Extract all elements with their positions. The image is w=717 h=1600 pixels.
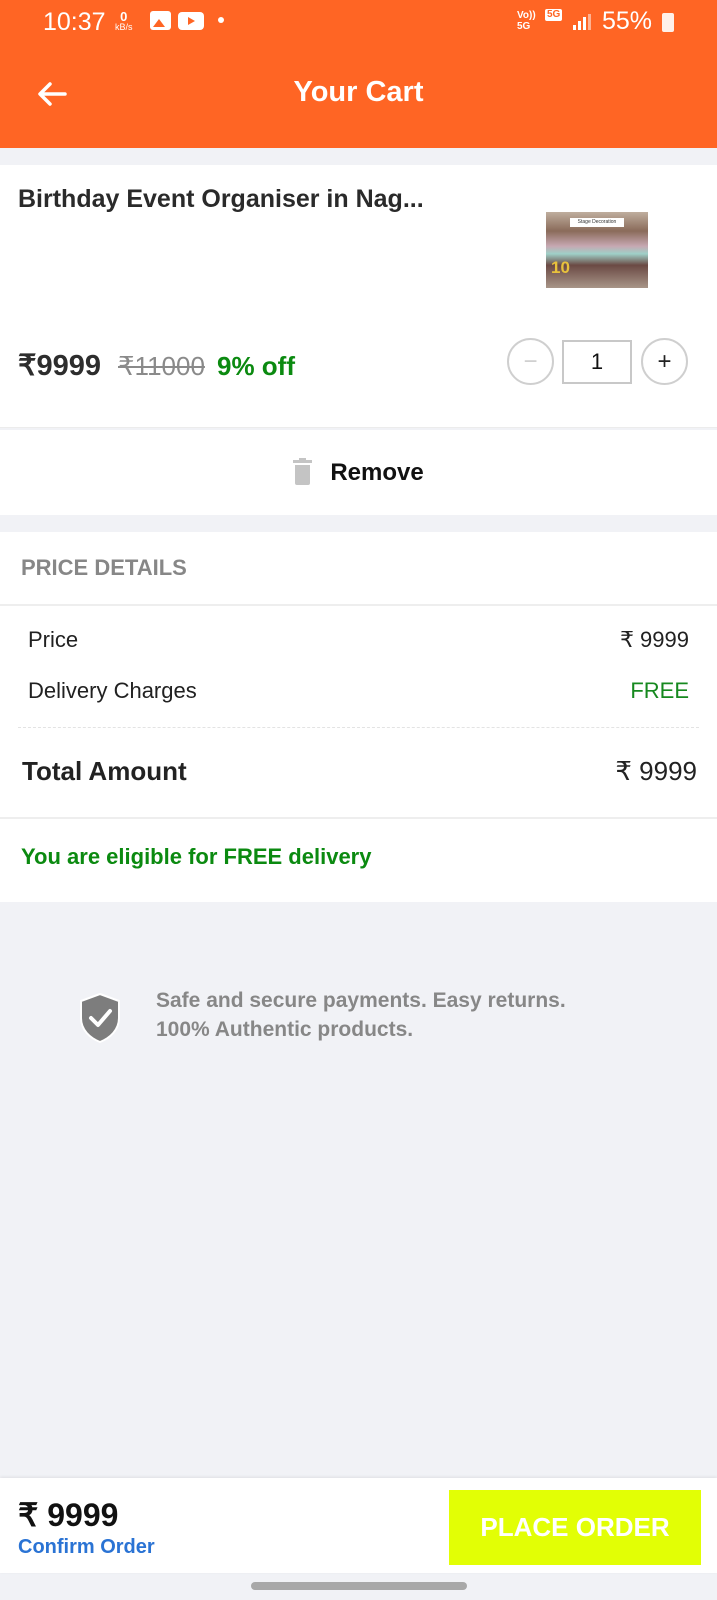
- free-delivery-message: You are eligible for FREE delivery: [21, 844, 372, 869]
- price-row: Price ₹ 9999: [28, 627, 689, 653]
- checkout-total: ₹ 9999: [18, 1497, 119, 1533]
- quantity-increase-button[interactable]: +: [641, 338, 688, 385]
- quantity-input[interactable]: [562, 340, 632, 384]
- network-type-icon: 5G: [545, 9, 563, 21]
- price-row-label: Price: [28, 627, 79, 652]
- price-details-card: PRICE DETAILS Price ₹ 9999 Delivery Char…: [0, 532, 717, 902]
- signal-icon: [573, 14, 591, 30]
- status-time: 10:37: [43, 8, 106, 36]
- confirm-order-link[interactable]: Confirm Order: [18, 1536, 155, 1559]
- place-order-button[interactable]: PLACE ORDER: [449, 1490, 701, 1565]
- battery-icon: [662, 13, 674, 32]
- shield-check-icon: [80, 992, 120, 1044]
- total-value: ₹ 9999: [615, 756, 697, 786]
- total-row: Total Amount ₹ 9999: [22, 756, 697, 787]
- remove-button[interactable]: Remove: [0, 430, 717, 515]
- total-label: Total Amount: [22, 756, 187, 786]
- item-discount: 9% off: [217, 351, 295, 381]
- price-details-heading: PRICE DETAILS: [21, 555, 187, 580]
- notification-dot-icon: [218, 17, 224, 23]
- item-price: ₹9999: [18, 350, 101, 382]
- secure-line-1: Safe and secure payments. Easy returns.: [156, 989, 566, 1012]
- delivery-row: Delivery Charges FREE: [28, 678, 689, 704]
- cart-item-card: Birthday Event Organiser in Nag... Stage…: [0, 165, 717, 428]
- divider: [0, 817, 717, 819]
- quantity-decrease-button[interactable]: −: [507, 338, 554, 385]
- app-header: 10:37 0 kB/s Vo)) 5G 5G 55% Your Cart: [0, 0, 717, 148]
- home-indicator[interactable]: [251, 1582, 467, 1590]
- status-bar: 10:37 0 kB/s Vo)) 5G 5G 55%: [0, 0, 717, 48]
- price-row-value: ₹ 9999: [619, 627, 689, 652]
- battery-percent: 55%: [602, 7, 653, 35]
- youtube-icon: [178, 12, 204, 30]
- thumbnail-number: 10: [551, 258, 570, 277]
- secure-payments-note: Safe and secure payments. Easy returns. …: [78, 989, 566, 1044]
- dashed-divider: [18, 727, 699, 728]
- net-speed: 0 kB/s: [115, 9, 133, 32]
- delivery-row-label: Delivery Charges: [28, 678, 197, 703]
- secure-line-2: 100% Authentic products.: [156, 1018, 414, 1041]
- volte-icon: Vo)) 5G: [517, 10, 536, 32]
- page-title: Your Cart: [293, 76, 424, 108]
- item-title[interactable]: Birthday Event Organiser in Nag...: [18, 185, 424, 214]
- divider: [0, 604, 717, 606]
- delivery-row-value: FREE: [630, 678, 689, 703]
- gallery-icon: [150, 11, 171, 30]
- remove-label: Remove: [330, 458, 424, 486]
- checkout-bar: ₹ 9999 Confirm Order PLACE ORDER: [0, 1478, 717, 1573]
- thumbnail-label: Stage Decoration: [570, 218, 624, 227]
- item-thumbnail[interactable]: Stage Decoration 10: [546, 212, 648, 288]
- trash-icon: [293, 458, 313, 485]
- secure-text: Safe and secure payments. Easy returns. …: [156, 986, 566, 1044]
- item-original-price: ₹11000: [118, 351, 205, 381]
